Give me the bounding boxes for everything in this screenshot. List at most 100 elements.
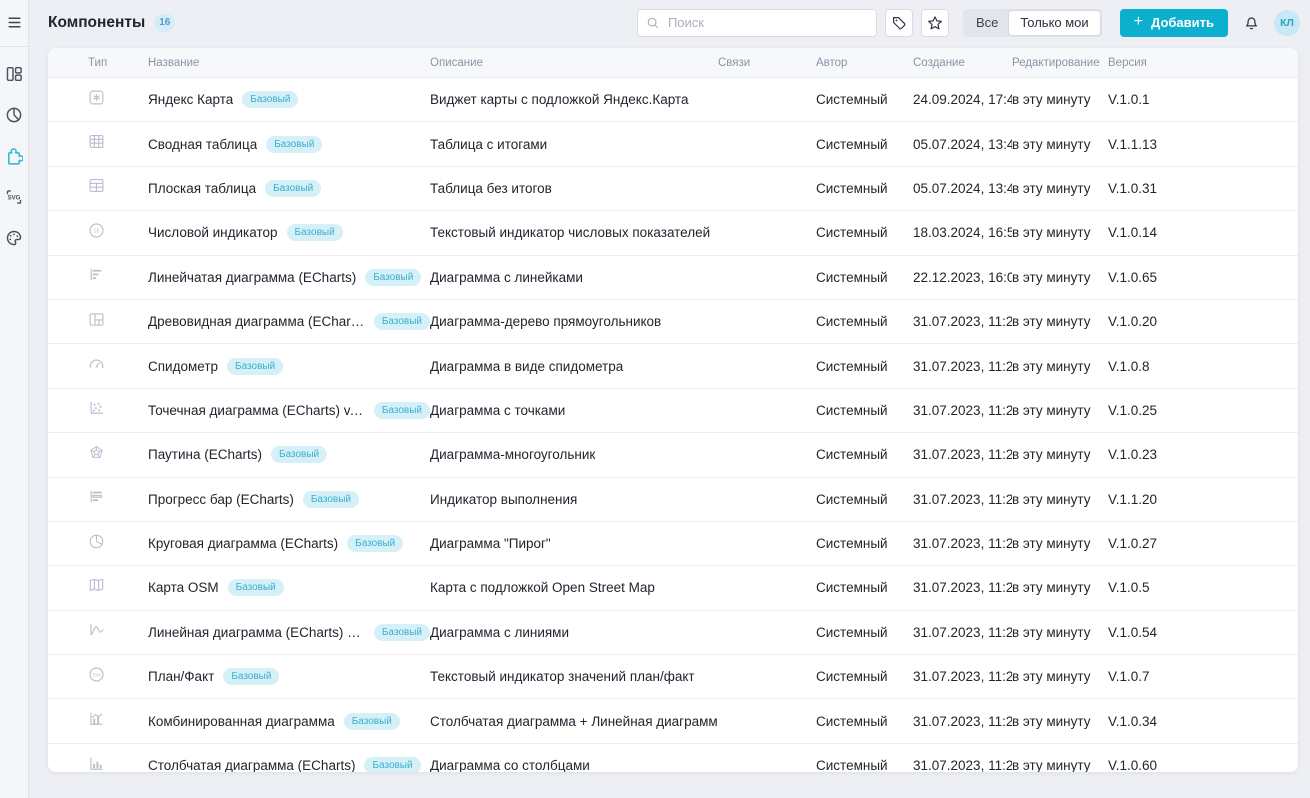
table-row[interactable]: Круговая диаграмма (ECharts) Базовый Диа… xyxy=(48,522,1298,566)
user-avatar[interactable]: КЛ xyxy=(1274,10,1300,36)
combo-chart-icon xyxy=(88,710,105,732)
table-row[interactable]: 75% План/Факт Базовый Текстовый индикато… xyxy=(48,655,1298,699)
component-name: Линейная диаграмма (ECharts) v 2 xyxy=(148,625,365,640)
plus-icon: + xyxy=(1134,14,1143,30)
table-row[interactable]: Линейная диаграмма (ECharts) v 2 Базовый… xyxy=(48,611,1298,655)
type-icon-cell xyxy=(48,710,148,732)
component-name-cell: Яндекс Карта Базовый xyxy=(148,91,430,108)
table-row[interactable]: Столбчатая диаграмма (ECharts) Базовый Д… xyxy=(48,744,1298,772)
component-author: Системный xyxy=(816,270,913,285)
progress-bar-icon xyxy=(88,488,105,510)
components-puzzle-icon xyxy=(5,147,23,165)
component-created: 31.07.2023, 11:27 xyxy=(913,492,1012,507)
component-badge: Базовый xyxy=(228,579,284,596)
component-author: Системный xyxy=(816,403,913,418)
table-row[interactable]: Линейчатая диаграмма (ECharts) Базовый Д… xyxy=(48,256,1298,300)
component-author: Системный xyxy=(816,92,913,107)
notifications-button[interactable] xyxy=(1243,14,1260,31)
component-name-cell: Спидометр Базовый xyxy=(148,358,430,375)
component-created: 05.07.2024, 13:45 xyxy=(913,137,1012,152)
component-name-cell: Карта OSM Базовый xyxy=(148,579,430,596)
table-row[interactable]: Карта OSM Базовый Карта с подложкой Open… xyxy=(48,566,1298,610)
component-edited: в эту минуту xyxy=(1012,359,1108,374)
component-author: Системный xyxy=(816,137,913,152)
component-version: V.1.0.5 xyxy=(1108,580,1298,595)
component-badge: Базовый xyxy=(374,624,430,641)
component-created: 31.07.2023, 11:27 xyxy=(913,758,1012,772)
menu-toggle-button[interactable] xyxy=(5,13,23,31)
component-badge: Базовый xyxy=(227,358,283,375)
search-icon xyxy=(646,16,660,30)
favorites-filter-button[interactable] xyxy=(921,9,949,37)
tags-filter-button[interactable] xyxy=(885,9,913,37)
type-icon-cell xyxy=(48,399,148,421)
search-input[interactable] xyxy=(666,14,870,31)
component-edited: в эту минуту xyxy=(1012,625,1108,640)
scope-all-button[interactable]: Все xyxy=(965,11,1009,35)
pie-chart-icon xyxy=(88,533,105,555)
component-author: Системный xyxy=(816,359,913,374)
add-button[interactable]: + Добавить xyxy=(1120,9,1228,37)
numeric-indicator-icon: 16 xyxy=(88,222,105,244)
table-row[interactable]: Сводная таблица Базовый Таблица с итогам… xyxy=(48,122,1298,166)
table-row[interactable]: Точечная диаграмма (ECharts) v. 1.1.0 Ба… xyxy=(48,389,1298,433)
sidebar-item-pie-chart-nav[interactable] xyxy=(2,103,26,127)
sidebar-item-components-puzzle[interactable] xyxy=(2,144,26,168)
palette-icon xyxy=(5,229,23,247)
component-version: V.1.0.14 xyxy=(1108,225,1298,240)
sidebar-item-palette[interactable] xyxy=(2,226,26,250)
component-edited: в эту минуту xyxy=(1012,92,1108,107)
table-row[interactable]: 16 Числовой индикатор Базовый Текстовый … xyxy=(48,211,1298,255)
component-edited: в эту минуту xyxy=(1012,714,1108,729)
component-edited: в эту минуту xyxy=(1012,758,1108,772)
component-description: Диаграмма "Пирог" xyxy=(430,536,718,551)
flat-table-icon xyxy=(88,177,105,199)
component-created: 31.07.2023, 11:27 xyxy=(913,669,1012,684)
component-author: Системный xyxy=(816,447,913,462)
component-name: Столбчатая диаграмма (ECharts) xyxy=(148,758,355,772)
radar-icon xyxy=(88,444,105,466)
component-name-cell: Круговая диаграмма (ECharts) Базовый xyxy=(148,535,430,552)
sidebar-item-svg-editor[interactable]: SVG xyxy=(2,185,26,209)
tag-icon xyxy=(891,15,907,31)
component-created: 31.07.2023, 11:27 xyxy=(913,580,1012,595)
type-icon-cell: 75% xyxy=(48,666,148,688)
component-badge: Базовый xyxy=(374,402,430,419)
table-row[interactable]: Древовидная диаграмма (ECharts) Базовый … xyxy=(48,300,1298,344)
component-badge: Базовый xyxy=(303,491,359,508)
component-author: Системный xyxy=(816,669,913,684)
component-edited: в эту минуту xyxy=(1012,314,1108,329)
component-created: 31.07.2023, 11:27 xyxy=(913,625,1012,640)
table-row[interactable]: Комбинированная диаграмма Базовый Столбч… xyxy=(48,699,1298,743)
component-description: Диаграмма со столбцами xyxy=(430,758,718,772)
component-edited: в эту минуту xyxy=(1012,181,1108,196)
component-version: V.1.0.1 xyxy=(1108,92,1298,107)
scope-mine-button[interactable]: Только мои xyxy=(1009,11,1099,35)
component-description: Таблица с итогами xyxy=(430,137,718,152)
component-description: Диаграмма с точками xyxy=(430,403,718,418)
table-row[interactable]: Паутина (ECharts) Базовый Диаграмма-мног… xyxy=(48,433,1298,477)
component-description: Таблица без итогов xyxy=(430,181,718,196)
table-row[interactable]: Плоская таблица Базовый Таблица без итог… xyxy=(48,167,1298,211)
line-chart-icon xyxy=(88,621,105,643)
component-version: V.1.0.60 xyxy=(1108,758,1298,772)
type-icon-cell xyxy=(48,133,148,155)
hamburger-icon xyxy=(6,14,23,31)
type-icon-cell xyxy=(48,444,148,466)
component-description: Текстовый индикатор значений план/факт xyxy=(430,669,718,684)
component-created: 31.07.2023, 11:27 xyxy=(913,447,1012,462)
star-icon xyxy=(927,15,943,31)
sidebar-item-dashboards[interactable] xyxy=(2,62,26,86)
table-row[interactable]: Прогресс бар (ECharts) Базовый Индикатор… xyxy=(48,478,1298,522)
table-row[interactable]: Спидометр Базовый Диаграмма в виде спидо… xyxy=(48,344,1298,388)
component-name: Линейчатая диаграмма (ECharts) xyxy=(148,270,356,285)
component-badge: Базовый xyxy=(374,313,430,330)
component-description: Диаграмма-многоугольник xyxy=(430,447,718,462)
osm-map-icon xyxy=(88,577,105,599)
component-created: 18.03.2024, 16:57 xyxy=(913,225,1012,240)
component-description: Диаграмма с линейками xyxy=(430,270,718,285)
component-edited: в эту минуту xyxy=(1012,447,1108,462)
table-row[interactable]: Яндекс Карта Базовый Виджет карты с подл… xyxy=(48,78,1298,122)
gauge-icon xyxy=(88,355,105,377)
component-author: Системный xyxy=(816,714,913,729)
